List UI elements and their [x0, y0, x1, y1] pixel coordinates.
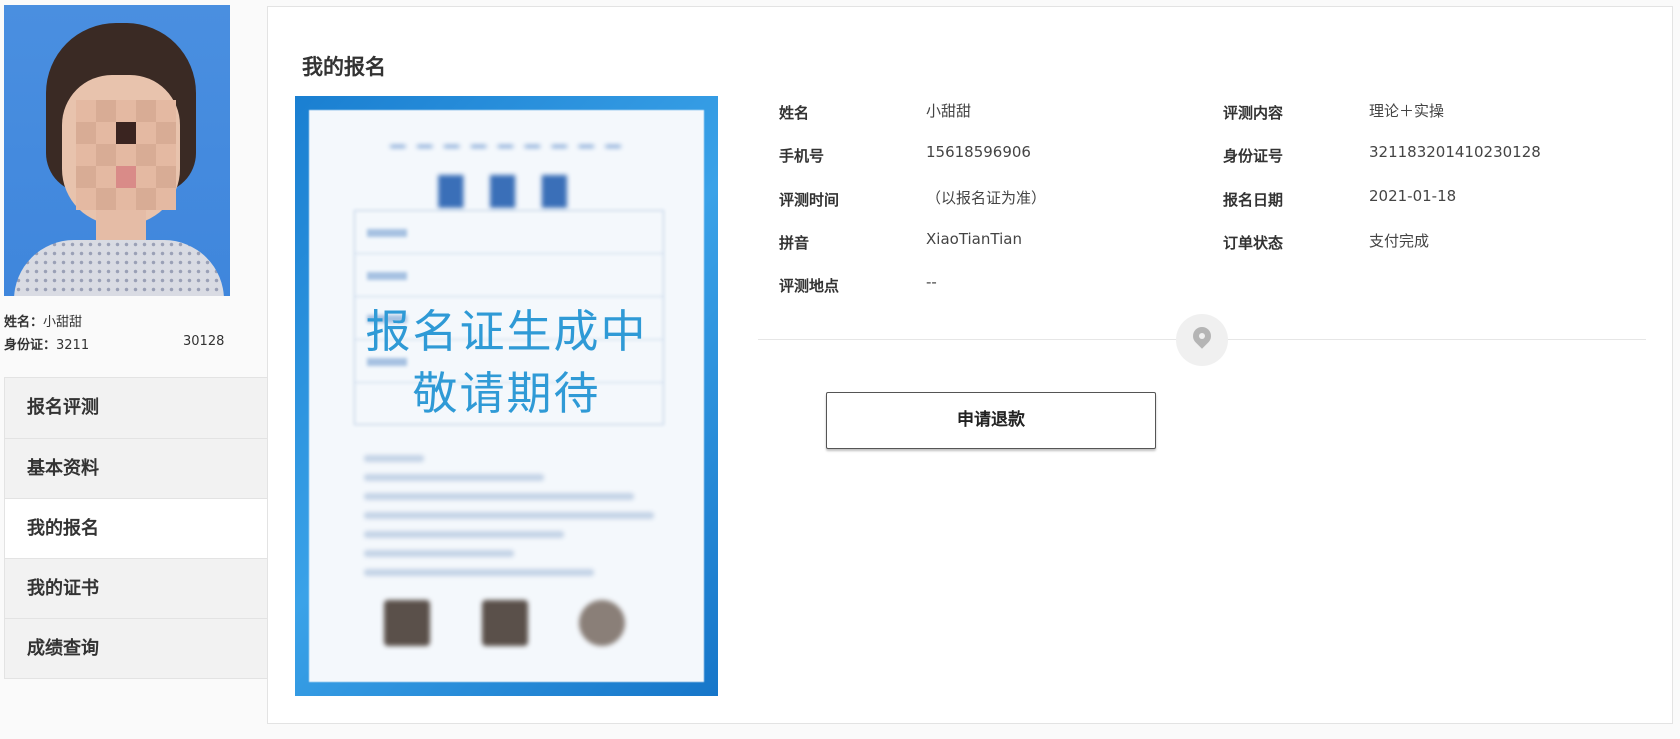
main-panel: 我的报名 — — — — — — — — — ▇ ▇ ▇ 报名证生成中 敬请期待… — [267, 6, 1673, 724]
sidebar-menu: 报名评测 基本资料 我的报名 我的证书 成绩查询 — [4, 377, 268, 679]
certificate-overlay-line2: 敬请期待 — [412, 367, 601, 420]
info-value-test-content: 理论＋实操 — [1369, 102, 1445, 120]
profile-id-end: 30128 — [183, 334, 225, 349]
info-value-order-status: 支付完成 — [1369, 232, 1430, 250]
profile-photo — [4, 5, 230, 296]
info-label-name: 姓名 — [779, 104, 810, 122]
sidebar-item-my-certificates[interactable]: 我的证书 — [5, 558, 267, 618]
info-label-test-time: 评测时间 — [779, 191, 840, 209]
info-value-test-time: （以报名证为准） — [926, 189, 1047, 207]
profile-id-start: 3211 — [56, 338, 90, 353]
info-label-test-content: 评测内容 — [1223, 104, 1284, 122]
info-value-name: 小甜甜 — [926, 102, 972, 120]
sidebar-item-score-query[interactable]: 成绩查询 — [5, 618, 267, 678]
location-pin-icon — [1176, 314, 1228, 366]
profile-name-label: 姓名： — [4, 315, 44, 330]
sidebar-item-my-registration[interactable]: 我的报名 — [5, 498, 268, 558]
info-value-pinyin: XiaoTianTian — [926, 230, 1022, 248]
profile-name-value: 小甜甜 — [43, 315, 83, 330]
certificate-overlay-line1: 报名证生成中 — [365, 305, 648, 358]
pixelated-face — [76, 100, 176, 210]
certificate-status-overlay: 报名证生成中 敬请期待 — [295, 301, 718, 425]
page-title: 我的报名 — [302, 55, 386, 79]
sidebar-item-enroll-test[interactable]: 报名评测 — [5, 378, 267, 438]
refund-button[interactable]: 申请退款 — [826, 392, 1156, 449]
info-value-register-date: 2021-01-18 — [1369, 187, 1457, 205]
info-value-test-location: -- — [926, 273, 937, 291]
info-label-id-number: 身份证号 — [1223, 147, 1284, 165]
info-label-test-location: 评测地点 — [779, 277, 840, 295]
info-value-id-number: 321183201410230128 — [1369, 143, 1541, 161]
info-label-pinyin: 拼音 — [779, 234, 810, 252]
info-value-phone: 15618596906 — [926, 143, 1031, 161]
info-label-phone: 手机号 — [779, 147, 825, 165]
info-label-order-status: 订单状态 — [1223, 234, 1284, 252]
info-label-register-date: 报名日期 — [1223, 191, 1284, 209]
profile-id-label: 身份证： — [4, 338, 57, 353]
profile-id: 身份证：3211 30128 — [4, 334, 224, 353]
profile-name: 姓名：小甜甜 — [4, 311, 82, 330]
sidebar-item-basic-info[interactable]: 基本资料 — [5, 438, 267, 498]
registration-certificate-preview: — — — — — — — — — ▇ ▇ ▇ 报名证生成中 敬请期待 — [295, 96, 718, 696]
